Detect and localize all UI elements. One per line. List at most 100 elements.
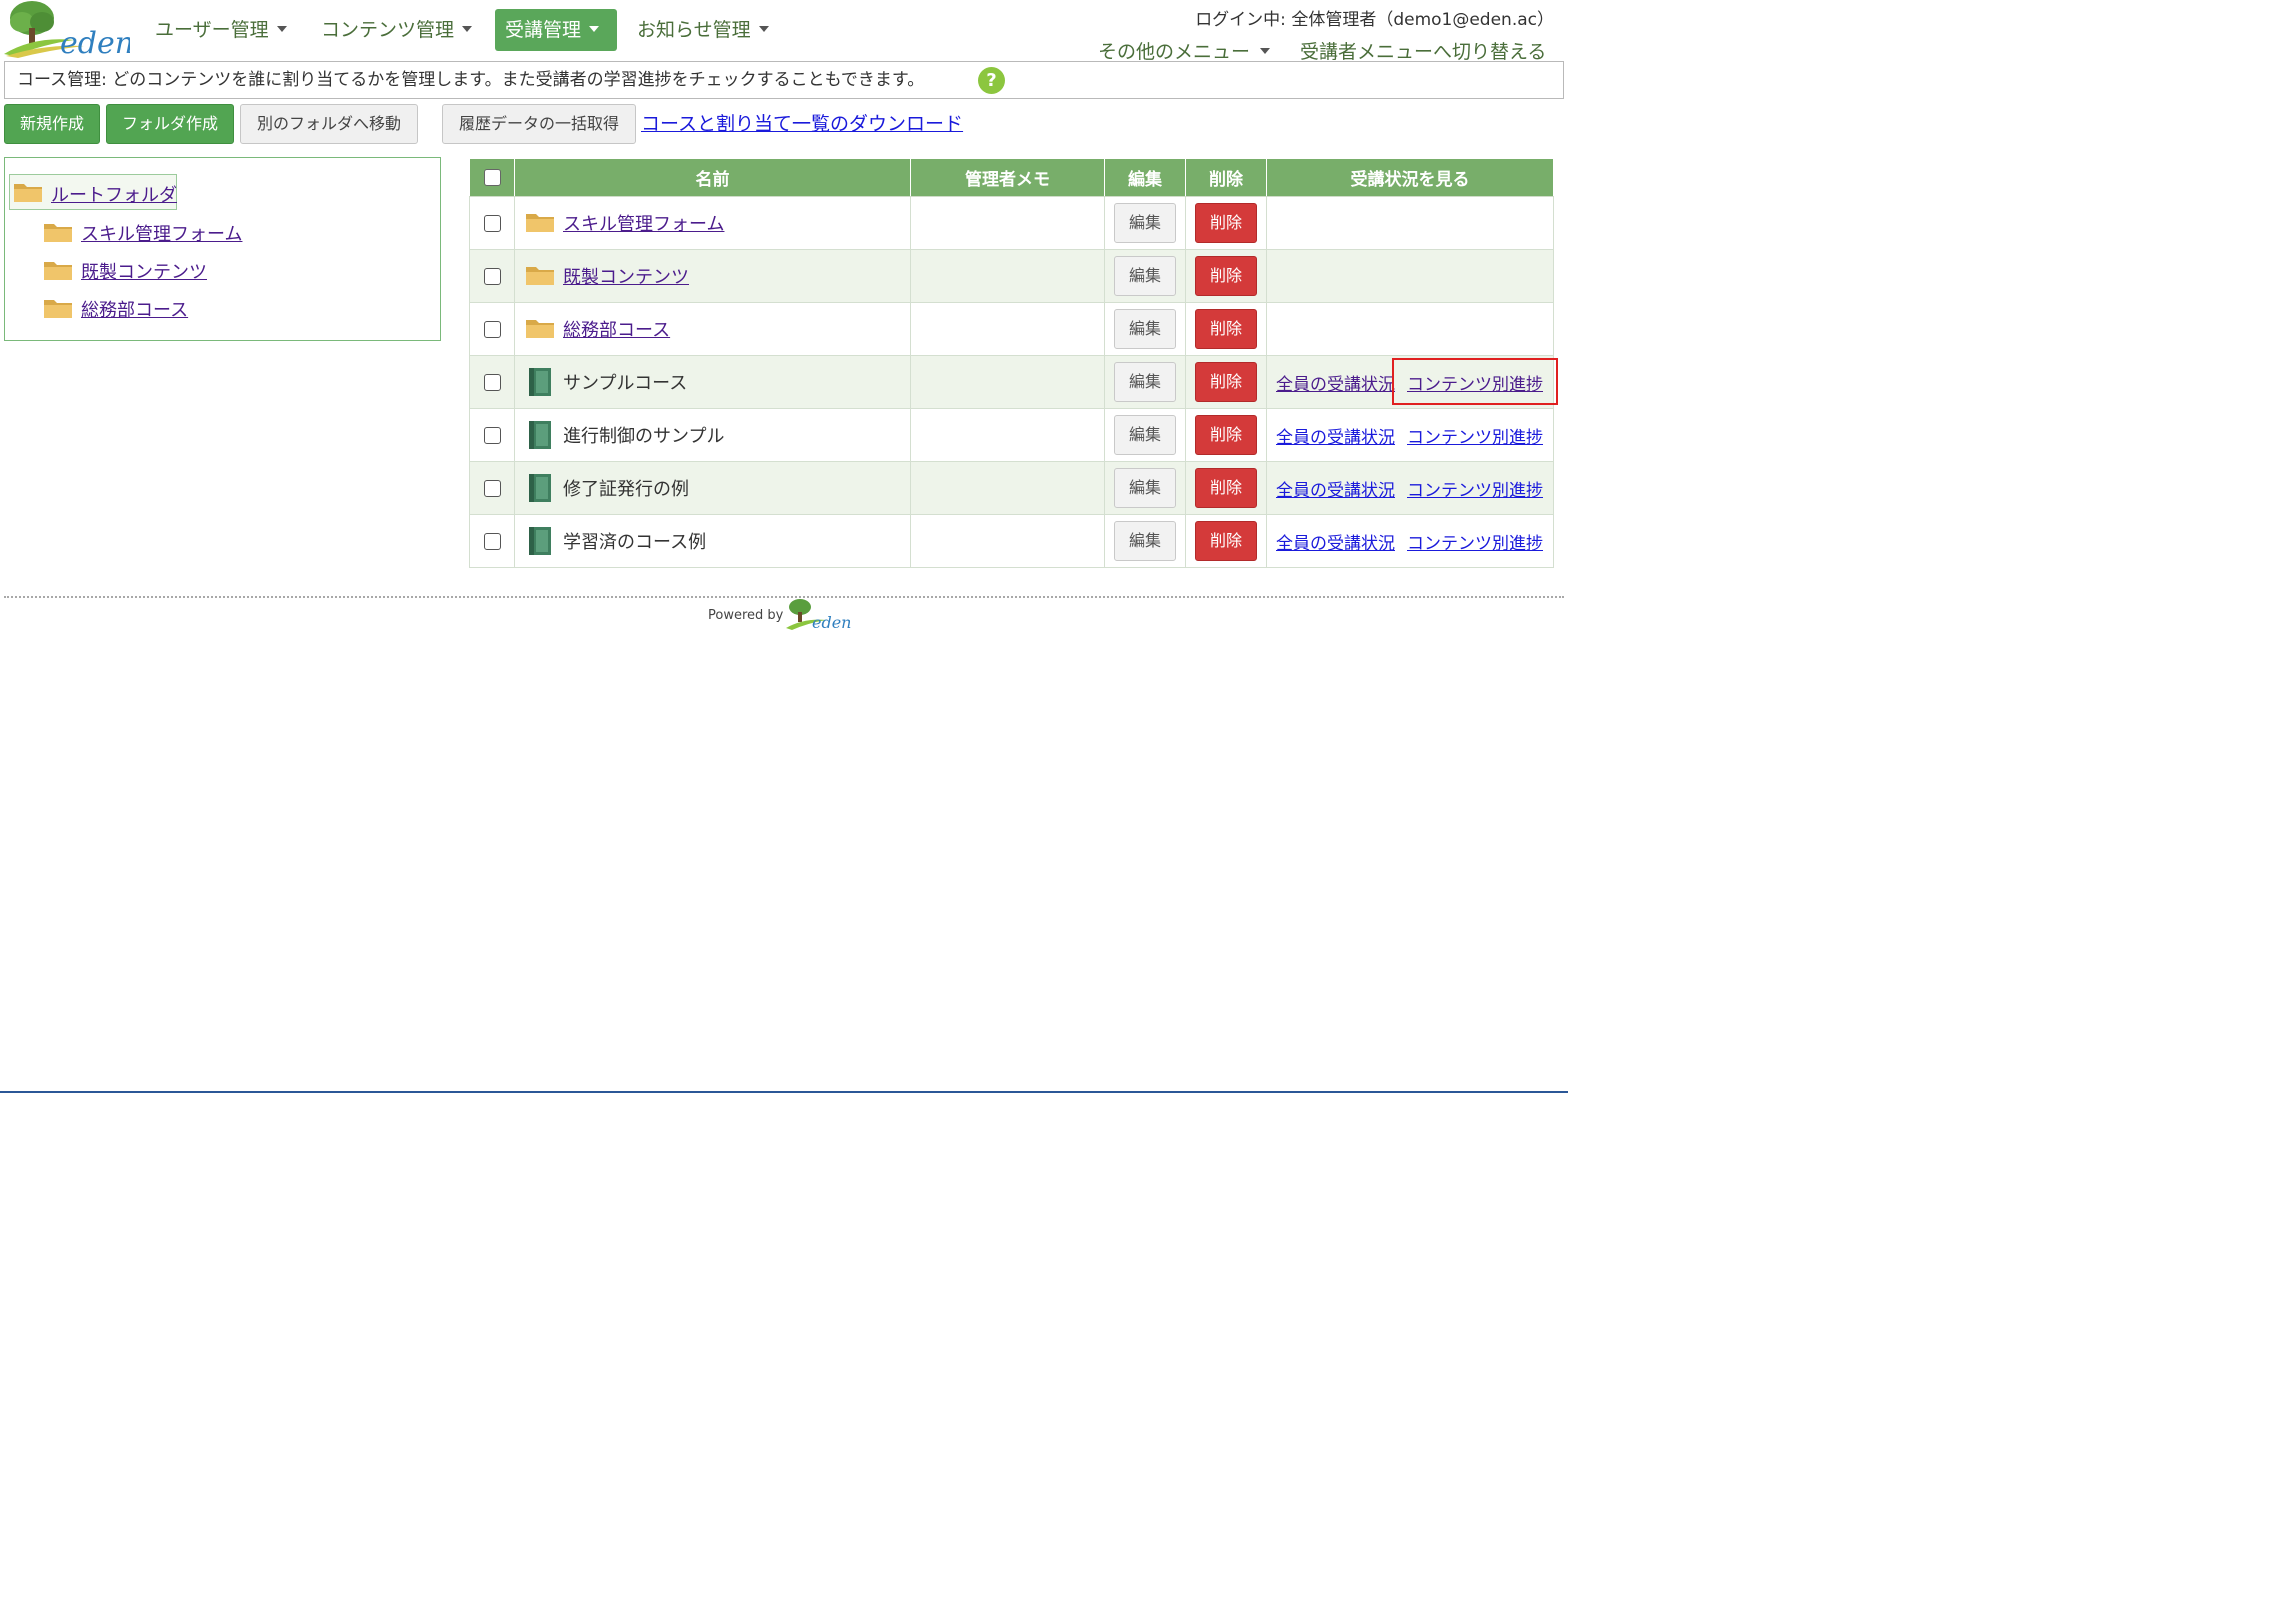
- other-menu-dropdown[interactable]: その他のメニュー: [1098, 37, 1271, 64]
- folder-icon: [526, 267, 554, 285]
- course-book-icon: [529, 474, 551, 502]
- row-select-cell: [469, 355, 515, 409]
- footer-divider: [4, 596, 1564, 598]
- name-cell: サンプルコース: [514, 355, 911, 409]
- edit-button[interactable]: 編集: [1114, 362, 1176, 402]
- delete-cell: 削除: [1185, 249, 1267, 303]
- row-checkbox[interactable]: [483, 214, 501, 232]
- delete-button[interactable]: 削除: [1195, 521, 1257, 561]
- tree-item-skill-form[interactable]: スキル管理フォーム: [43, 218, 303, 248]
- status-cell: [1266, 249, 1554, 303]
- nav-user-management[interactable]: ユーザー管理: [145, 9, 297, 51]
- tree-item-label[interactable]: スキル管理フォーム: [81, 220, 242, 246]
- memo-cell: [910, 302, 1105, 356]
- edit-button[interactable]: 編集: [1114, 521, 1176, 561]
- login-info: ログイン中: 全体管理者（demo1@eden.ac）: [1195, 10, 1554, 30]
- move-to-folder-button[interactable]: 別のフォルダへ移動: [240, 104, 418, 144]
- edit-button[interactable]: 編集: [1114, 415, 1176, 455]
- name-cell: 既製コンテンツ: [514, 249, 911, 303]
- chevron-down-icon: [1260, 47, 1271, 54]
- course-book-icon: [529, 421, 551, 449]
- tree-root-folder[interactable]: ルートフォルダ: [9, 174, 177, 210]
- delete-button[interactable]: 削除: [1195, 468, 1257, 508]
- delete-button[interactable]: 削除: [1195, 203, 1257, 243]
- row-checkbox[interactable]: [483, 479, 501, 497]
- all-learners-status-link[interactable]: 全員の受講状況: [1276, 423, 1395, 448]
- window-bottom-edge: [0, 1091, 1568, 1093]
- tree-item-general-affairs[interactable]: 総務部コース: [43, 294, 303, 324]
- chevron-down-icon: [276, 25, 287, 32]
- nav-content-management-label: コンテンツ管理: [321, 19, 455, 41]
- column-header-name: 名前: [514, 158, 911, 197]
- name-cell: 修了証発行の例: [514, 461, 911, 515]
- row-checkbox[interactable]: [483, 532, 501, 550]
- folder-icon: [44, 262, 72, 280]
- course-table: 名前 管理者メモ 編集 削除 受講状況を見る スキル管理フォーム 編集 削除 既…: [469, 158, 1554, 568]
- folder-name-link[interactable]: 既製コンテンツ: [563, 263, 689, 289]
- folder-tree: ルートフォルダ スキル管理フォーム 既製コンテンツ 総務部コース: [4, 157, 441, 341]
- delete-button[interactable]: 削除: [1195, 256, 1257, 296]
- row-checkbox[interactable]: [483, 267, 501, 285]
- question-mark-icon[interactable]: ?: [978, 67, 1005, 94]
- create-folder-button[interactable]: フォルダ作成: [106, 104, 234, 144]
- nav-user-management-label: ユーザー管理: [155, 19, 269, 41]
- folder-name-link[interactable]: スキル管理フォーム: [563, 210, 724, 236]
- new-button[interactable]: 新規作成: [4, 104, 100, 144]
- course-name: 進行制御のサンプル: [563, 426, 725, 447]
- nav-content-management[interactable]: コンテンツ管理: [311, 9, 482, 51]
- app-header: eden ユーザー管理 コンテンツ管理 受講管理 お知らせ管理 ログイン中: 全…: [0, 0, 1568, 63]
- tree-root-label[interactable]: ルートフォルダ: [51, 181, 177, 207]
- content-progress-link[interactable]: コンテンツ別進捗: [1407, 529, 1543, 554]
- table-row: 修了証発行の例 編集 削除 全員の受講状況 コンテンツ別進捗: [469, 461, 1554, 515]
- folder-name-link[interactable]: 総務部コース: [563, 316, 670, 342]
- delete-cell: 削除: [1185, 196, 1267, 250]
- column-header-memo: 管理者メモ: [910, 158, 1105, 197]
- status-cell: [1266, 196, 1554, 250]
- folder-icon: [14, 184, 42, 202]
- all-learners-status-link[interactable]: 全員の受講状況: [1276, 529, 1395, 554]
- all-learners-status-link[interactable]: 全員の受講状況: [1276, 476, 1395, 501]
- folder-icon: [526, 214, 554, 232]
- eden-logo[interactable]: eden: [4, 0, 130, 58]
- row-checkbox[interactable]: [483, 373, 501, 391]
- edit-button[interactable]: 編集: [1114, 468, 1176, 508]
- content-progress-link[interactable]: コンテンツ別進捗: [1407, 423, 1543, 448]
- edit-button[interactable]: 編集: [1114, 256, 1176, 296]
- content-progress-link[interactable]: コンテンツ別進捗: [1407, 370, 1543, 395]
- nav-course-management[interactable]: 受講管理: [495, 9, 617, 51]
- table-row: サンプルコース 編集 削除 全員の受講状況 コンテンツ別進捗: [469, 355, 1554, 409]
- content-progress-link[interactable]: コンテンツ別進捗: [1407, 476, 1543, 501]
- download-assignments-link[interactable]: コースと割り当て一覧のダウンロード: [641, 109, 963, 136]
- tree-item-ready-content[interactable]: 既製コンテンツ: [43, 256, 303, 286]
- nav-notice-management[interactable]: お知らせ管理: [627, 9, 779, 51]
- delete-button[interactable]: 削除: [1195, 415, 1257, 455]
- edit-button[interactable]: 編集: [1114, 309, 1176, 349]
- switch-to-learner-menu-link[interactable]: 受講者メニューへ切り替える: [1300, 37, 1546, 64]
- edit-cell: 編集: [1104, 408, 1186, 462]
- edit-button[interactable]: 編集: [1114, 203, 1176, 243]
- memo-cell: [910, 196, 1105, 250]
- row-select-cell: [469, 461, 515, 515]
- row-checkbox[interactable]: [483, 320, 501, 338]
- edit-cell: 編集: [1104, 355, 1186, 409]
- tree-item-label[interactable]: 総務部コース: [81, 296, 188, 322]
- folder-icon: [44, 300, 72, 318]
- page-description-text: コース管理: どのコンテンツを誰に割り当てるかを管理します。また受講者の学習進捗…: [17, 70, 925, 90]
- chevron-down-icon: [758, 25, 769, 32]
- memo-cell: [910, 249, 1105, 303]
- bulk-history-button[interactable]: 履歴データの一括取得: [442, 104, 636, 144]
- course-name: 学習済のコース例: [563, 532, 707, 553]
- all-learners-status-link[interactable]: 全員の受講状況: [1276, 370, 1395, 395]
- nav-course-management-label: 受講管理: [505, 19, 582, 41]
- delete-button[interactable]: 削除: [1195, 309, 1257, 349]
- logo-wordmark: eden: [60, 26, 130, 58]
- delete-button[interactable]: 削除: [1195, 362, 1257, 402]
- status-cell: 全員の受講状況 コンテンツ別進捗: [1266, 514, 1554, 568]
- row-checkbox[interactable]: [483, 426, 501, 444]
- edit-cell: 編集: [1104, 302, 1186, 356]
- select-all-checkbox[interactable]: [483, 169, 501, 186]
- tree-item-label[interactable]: 既製コンテンツ: [81, 258, 207, 284]
- other-menu-label: その他のメニュー: [1098, 41, 1251, 63]
- status-cell: [1266, 302, 1554, 356]
- row-select-cell: [469, 408, 515, 462]
